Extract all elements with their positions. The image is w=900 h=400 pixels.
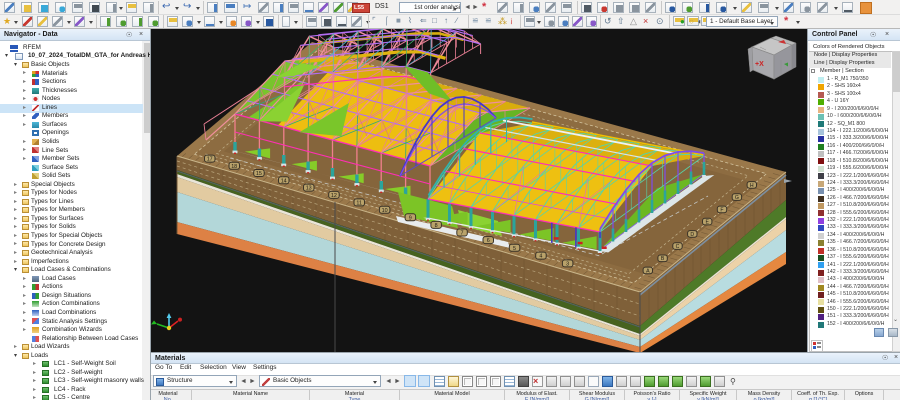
svg-text:8: 8 — [435, 223, 438, 229]
svg-text:G: G — [735, 195, 739, 201]
svg-text:17: 17 — [207, 157, 213, 163]
svg-text:4: 4 — [539, 254, 542, 260]
svg-text:E: E — [705, 220, 709, 226]
svg-text:F: F — [720, 207, 723, 213]
svg-text:D: D — [690, 232, 694, 238]
svg-text:A: A — [646, 268, 650, 274]
svg-text:7: 7 — [461, 231, 464, 237]
svg-text:6: 6 — [487, 238, 490, 244]
svg-text:+X: +X — [755, 61, 764, 68]
svg-text:12: 12 — [331, 193, 337, 199]
svg-text:3: 3 — [566, 261, 569, 267]
svg-text:5: 5 — [513, 246, 516, 252]
svg-text:15: 15 — [256, 171, 262, 177]
svg-text:11: 11 — [356, 200, 362, 206]
svg-text:C: C — [676, 244, 680, 250]
svg-text:9: 9 — [409, 215, 412, 221]
svg-text:18: 18 — [231, 164, 237, 170]
svg-text:H: H — [750, 183, 754, 189]
svg-text:B: B — [661, 256, 665, 262]
svg-text:10: 10 — [382, 208, 388, 214]
svg-text:14: 14 — [281, 178, 287, 184]
svg-text:13: 13 — [306, 186, 312, 192]
